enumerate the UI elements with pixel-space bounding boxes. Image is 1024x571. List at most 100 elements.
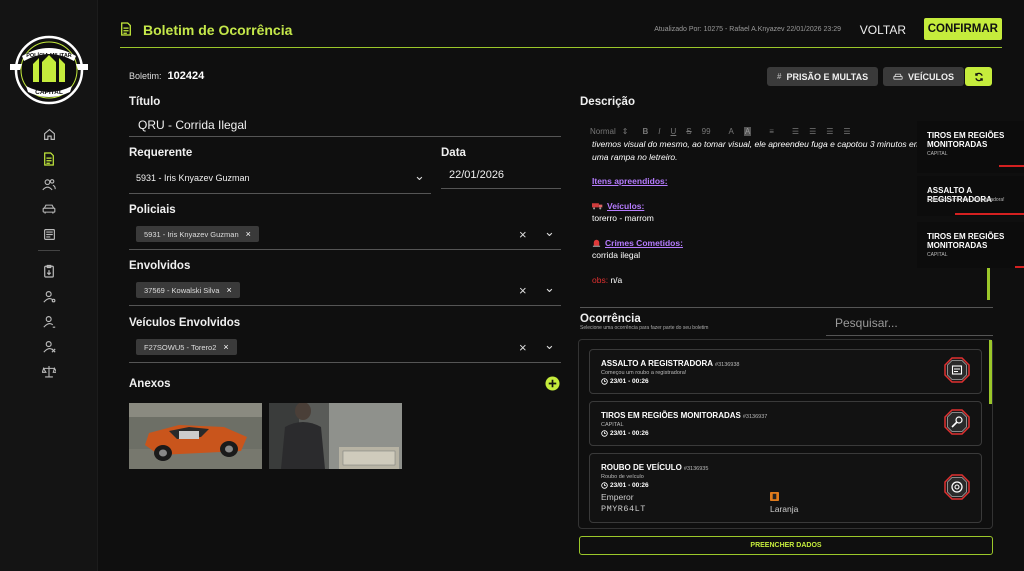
ocorrencia-subtitle: Selecione uma ocorrência para fazer part… [580,325,709,331]
refresh-button[interactable] [965,67,992,86]
bg-color-button[interactable]: A [743,126,752,136]
policiais-chevron-icon[interactable]: ⌄ [544,224,555,240]
policial-tag-remove-icon[interactable]: × [246,229,251,239]
envolvido-tag: 37569 - Kowalski Silva × [136,282,240,298]
titulo-input[interactable]: QRU - Corrida Ilegal [138,118,247,132]
ocorrencia-card-date: 23/01 - 00:26 [601,378,649,385]
clock-icon [601,482,608,489]
veiculos-clear-icon[interactable]: × [519,340,527,355]
notification-toast[interactable]: ASSALTO A REGISTRADORA Começou um roubo … [917,176,1024,216]
sidebar-item-buscar-pessoa[interactable] [38,311,60,331]
back-button[interactable]: VOLTAR [860,23,906,37]
veiculo-tag: F27SOWU5 - Torero2 × [136,339,237,355]
descricao-line-2: uma rampa no letreiro. [592,151,678,162]
envolvidos-label: Envolvidos [129,260,191,272]
text-color-button[interactable]: A [729,127,734,136]
policiais-label: Policiais [129,204,176,216]
veiculos-chevron-icon[interactable]: ⌄ [544,337,555,353]
envolvido-tag-remove-icon[interactable]: × [226,285,231,295]
titulo-label: Título [129,96,161,108]
preencher-dados-button[interactable]: PREENCHER DADOS [579,536,993,555]
veiculo-tag-remove-icon[interactable]: × [223,342,228,352]
users-icon [42,178,56,190]
ocorrencia-card[interactable]: TIROS EM REGIÕES MONITORADAS #3136937 CAP… [589,401,982,446]
veiculos-value: torerro - marrom [592,213,654,223]
strike-button[interactable]: S [686,127,691,136]
editor-toolbar: Normal ⇕ B I U S 99 A A ≡ ☰ ☰ ☰ ☰ [590,124,861,138]
vehicle-color: Laranja [770,504,799,514]
underline-button[interactable]: U [671,127,677,136]
gun-icon [944,409,970,435]
sidebar-item-home[interactable] [38,124,60,144]
sidebar-item-usuarios[interactable] [38,286,60,306]
envolvidos-clear-icon[interactable]: × [519,283,527,298]
italic-button[interactable]: I [658,127,660,136]
text-style-select[interactable]: Normal [590,127,616,136]
confirm-button[interactable]: CONFIRMAR [923,18,1002,40]
itens-apreendidos-heading: Itens apreendidos: [592,176,668,186]
car-icon [42,204,56,214]
vehicle-plate: PMYR64LT [601,504,646,514]
anexo-image-person[interactable] [269,403,402,469]
notification-toast[interactable]: TIROS EM REGIÕES MONITORADAS CAPITAL [917,121,1024,173]
ocorrencia-scrollbar[interactable] [989,340,992,404]
siren-icon [592,240,601,248]
ocorrencia-title: Ocorrência [580,313,641,325]
notification-timer [1015,266,1024,268]
descricao-line-1: tivemos visual do mesmo, ao tomar visual… [592,139,921,149]
envolvidos-chevron-icon[interactable]: ⌄ [544,280,555,296]
indent-icon[interactable]: ☰ [826,127,833,136]
veiculos-heading: Veículos: [607,200,645,211]
police-logo: POLÍCIA MILITAR CAPITAL [10,35,88,105]
clock-icon [601,378,608,385]
requerente-select[interactable]: 5931 - Iris Knyazev Guzman [136,173,250,183]
sidebar-item-leis[interactable] [38,361,60,381]
requerente-chevron-icon[interactable]: ⌄ [414,168,425,184]
quote-button[interactable]: 99 [702,127,711,136]
ocorrencia-search-input[interactable] [826,310,993,336]
cash-register-icon [944,357,970,383]
ocorrencia-card[interactable]: ASSALTO A REGISTRADORA #3136938 Começou u… [589,349,982,394]
ocorrencia-card-id: #3136938 [715,362,740,368]
policiais-clear-icon[interactable]: × [519,227,527,242]
text-style-chevron-icon[interactable]: ⇕ [622,127,629,136]
add-anexo-icon[interactable] [545,376,560,391]
notification-sub: CAPITAL [927,252,948,258]
sidebar-item-boletim[interactable] [38,149,60,169]
prisao-multas-button[interactable]: # PRISÃO E MULTAS [767,67,879,86]
veiculos-button[interactable]: VEÍCULOS [883,67,965,86]
align-icon[interactable]: ≡ [769,127,774,136]
home-icon [43,128,55,140]
ocorrencia-card[interactable]: ROUBO DE VEÍCULO #3136935 Roubo de veícul… [589,453,982,523]
sidebar-divider [38,250,60,251]
vehicle-model: Emperor [601,492,634,502]
anexo-image-car[interactable] [129,403,262,469]
list-bullet-icon[interactable]: ☰ [809,127,816,136]
bold-button[interactable]: B [642,127,648,136]
notification-timer [999,165,1024,167]
boletim-label: Boletim: [129,71,162,81]
sidebar-nav [38,124,60,386]
notification-toast[interactable]: TIROS EM REGIÕES MONITORADAS CAPITAL [917,222,1024,268]
data-input[interactable]: 22/01/2026 [449,169,504,181]
wheel-icon [944,474,970,500]
truck-icon [592,203,603,210]
envolvido-tag-label: 37569 - Kowalski Silva [144,285,220,295]
sidebar-item-procurados[interactable] [38,336,60,356]
ocorrencia-list: ASSALTO A REGISTRADORA #3136938 Começou u… [578,339,993,529]
list-ordered-icon[interactable]: ☰ [792,127,799,136]
sidebar-item-noticias[interactable] [38,224,60,244]
notification-timer [955,213,1024,215]
obs-value: n/a [610,274,623,285]
veiculos-underline [129,362,561,363]
prisao-multas-label: PRISÃO E MULTAS [786,71,869,82]
sidebar-item-pessoas[interactable] [38,174,60,194]
outdent-icon[interactable]: ☰ [843,127,850,136]
descricao-editor[interactable]: tivemos visual do mesmo, ao tomar visual… [592,138,922,300]
sidebar-item-registros[interactable] [38,261,60,281]
clipboard-icon [44,264,54,278]
data-underline [441,188,561,189]
sidebar-item-veiculos[interactable] [38,199,60,219]
ocorrencia-card-date: 23/01 - 00:26 [601,430,649,437]
ocorrencia-card-date: 23/01 - 00:26 [601,482,649,489]
